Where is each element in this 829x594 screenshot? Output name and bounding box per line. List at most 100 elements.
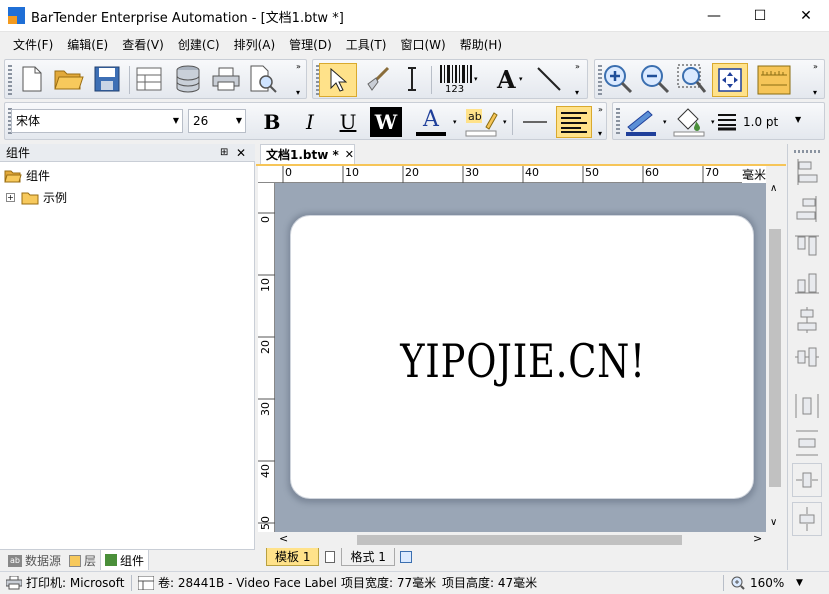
print-preview-icon[interactable] — [247, 64, 279, 94]
vertical-scrollbar[interactable]: ∧ ∨ — [766, 183, 784, 532]
menu-tools[interactable]: 工具(T) — [339, 35, 394, 55]
scrollbar-thumb[interactable] — [769, 229, 781, 487]
align-center-horizontal-icon[interactable] — [792, 303, 822, 337]
toolbar-overflow-icon[interactable]: » — [575, 62, 580, 71]
zoom-dropdown-icon[interactable]: ▼ — [796, 572, 803, 594]
label-text-object[interactable]: YIPOJIE.CN! — [337, 334, 708, 388]
design-canvas[interactable]: YIPOJIE.CN! — [258, 183, 766, 532]
text-color-button[interactable]: A ▾ — [413, 106, 457, 138]
zoom-out-icon[interactable] — [638, 64, 672, 94]
reverse-text-button[interactable]: W — [370, 107, 402, 137]
print-icon[interactable] — [210, 64, 242, 94]
bold-button[interactable]: B — [257, 107, 287, 137]
barcode-icon[interactable]: 123 ▾ — [435, 63, 481, 97]
toolbar-overflow-icon[interactable]: » — [598, 105, 603, 114]
align-left-edges-icon[interactable] — [792, 155, 822, 189]
ruler-icon[interactable] — [755, 63, 793, 97]
save-icon[interactable] — [91, 64, 123, 94]
line-color-icon[interactable]: ▾ — [621, 106, 667, 138]
line-tool-icon[interactable] — [533, 64, 565, 94]
menu-arrange[interactable]: 排列(A) — [227, 35, 283, 55]
ruler-tick-label: 50 — [585, 166, 599, 179]
menu-help[interactable]: 帮助(H) — [453, 35, 509, 55]
toolbar-dropdown-icon[interactable]: ▾ — [296, 88, 300, 97]
line-width-select[interactable]: 1.0 pt ▼ — [717, 107, 807, 137]
scroll-right-icon[interactable]: > — [753, 532, 762, 545]
tab-layers[interactable]: 层 — [65, 551, 100, 570]
document-tab-close-icon[interactable]: ✕ — [345, 148, 354, 161]
toolbar-overflow-icon[interactable]: » — [296, 62, 301, 71]
horizontal-scrollbar[interactable]: < > — [275, 532, 766, 548]
menu-window[interactable]: 窗口(W) — [393, 35, 452, 55]
scrollbar-thumb[interactable] — [357, 535, 682, 545]
align-right-edges-icon[interactable] — [792, 192, 822, 226]
pin-icon[interactable]: ⊞ — [220, 144, 228, 162]
svg-text:A: A — [496, 67, 516, 91]
toolbar-dropdown-icon[interactable]: ▾ — [813, 88, 817, 97]
center-in-label-horizontal-icon[interactable] — [792, 463, 822, 497]
align-top-edges-icon[interactable] — [792, 229, 822, 263]
font-size-value: 26 — [193, 114, 209, 128]
text-tool-icon[interactable]: A ▾ — [489, 64, 527, 94]
underline-button[interactable]: U — [333, 107, 363, 137]
distribute-horizontal-icon[interactable] — [792, 389, 822, 423]
tree-item-components[interactable]: 组件 — [4, 167, 50, 184]
toolbar-dropdown-icon[interactable]: ▾ — [575, 88, 579, 97]
barcode-dropdown-icon[interactable]: ▾ — [474, 75, 478, 83]
zoom-region-icon[interactable] — [675, 64, 709, 94]
minimize-button[interactable]: — — [691, 0, 737, 31]
brush-icon[interactable] — [361, 64, 393, 94]
menu-create[interactable]: 创建(C) — [171, 35, 227, 55]
scroll-up-icon[interactable]: ∧ — [770, 183, 777, 194]
toolbar-dropdown-icon[interactable]: ▾ — [598, 129, 602, 138]
distribute-vertical-icon[interactable] — [792, 426, 822, 460]
ruler-tick-label: 50 — [259, 516, 272, 530]
font-name-select[interactable]: 宋体 ▼ — [11, 109, 183, 133]
status-item-width: 项目宽度: 77毫米 — [341, 576, 437, 590]
new-document-icon[interactable] — [17, 64, 47, 94]
center-in-label-vertical-icon[interactable] — [792, 502, 822, 536]
format-toolbar: 宋体 ▼ 26 ▼ B I U W A ▾ ab ▾ » ▾ — [4, 102, 607, 140]
menu-manage[interactable]: 管理(D) — [282, 35, 339, 55]
open-folder-icon[interactable] — [52, 64, 86, 94]
add-template-icon[interactable] — [319, 548, 341, 566]
status-zoom[interactable]: 160% — [750, 572, 784, 594]
draw-toolbar: ▾ ▾ 1.0 pt ▼ — [612, 102, 825, 140]
align-left-icon[interactable] — [556, 106, 592, 138]
fill-color-icon[interactable]: ▾ — [669, 106, 715, 138]
font-size-select[interactable]: 26 ▼ — [188, 109, 246, 133]
maximize-button[interactable]: ☐ — [737, 0, 783, 31]
tab-datasource[interactable]: ab 数据源 — [4, 551, 65, 570]
app-icon — [8, 7, 25, 24]
chevron-down-icon: ▼ — [235, 116, 242, 125]
tab-format-1[interactable]: 格式 1 — [341, 548, 395, 566]
text-cursor-icon[interactable] — [397, 64, 427, 94]
panel-close-icon[interactable]: ✕ — [236, 144, 246, 162]
line-separator-icon[interactable] — [520, 107, 550, 137]
align-center-vertical-icon[interactable] — [792, 340, 822, 374]
expand-icon[interactable]: + — [6, 193, 15, 202]
scroll-down-icon[interactable]: ∨ — [770, 517, 777, 528]
italic-button[interactable]: I — [295, 107, 325, 137]
ruler-tick-label: 30 — [465, 166, 479, 179]
ruler-tick-label: 10 — [259, 278, 272, 292]
close-button[interactable]: ✕ — [783, 0, 829, 31]
select-pointer-icon[interactable] — [319, 63, 357, 97]
tab-components[interactable]: 组件 — [100, 549, 150, 570]
tree-item-examples[interactable]: + 示例 — [6, 189, 67, 206]
scroll-left-icon[interactable]: < — [279, 532, 288, 545]
zoom-in-icon[interactable] — [601, 64, 635, 94]
document-tab[interactable]: 文档1.btw * ✕ — [260, 144, 355, 164]
add-format-icon[interactable] — [395, 548, 417, 566]
menu-file[interactable]: 文件(F) — [6, 35, 60, 55]
highlight-color-icon[interactable]: ab ▾ — [461, 106, 507, 138]
menu-edit[interactable]: 编辑(E) — [60, 35, 115, 55]
label-template[interactable]: YIPOJIE.CN! — [290, 215, 754, 499]
tab-template-1[interactable]: 模板 1 — [266, 548, 320, 566]
toolbar-overflow-icon[interactable]: » — [813, 62, 818, 71]
database-icon[interactable] — [172, 64, 204, 94]
page-setup-icon[interactable] — [133, 64, 165, 94]
fit-to-window-icon[interactable] — [712, 63, 748, 97]
align-bottom-edges-icon[interactable] — [792, 266, 822, 300]
menu-view[interactable]: 查看(V) — [115, 35, 171, 55]
